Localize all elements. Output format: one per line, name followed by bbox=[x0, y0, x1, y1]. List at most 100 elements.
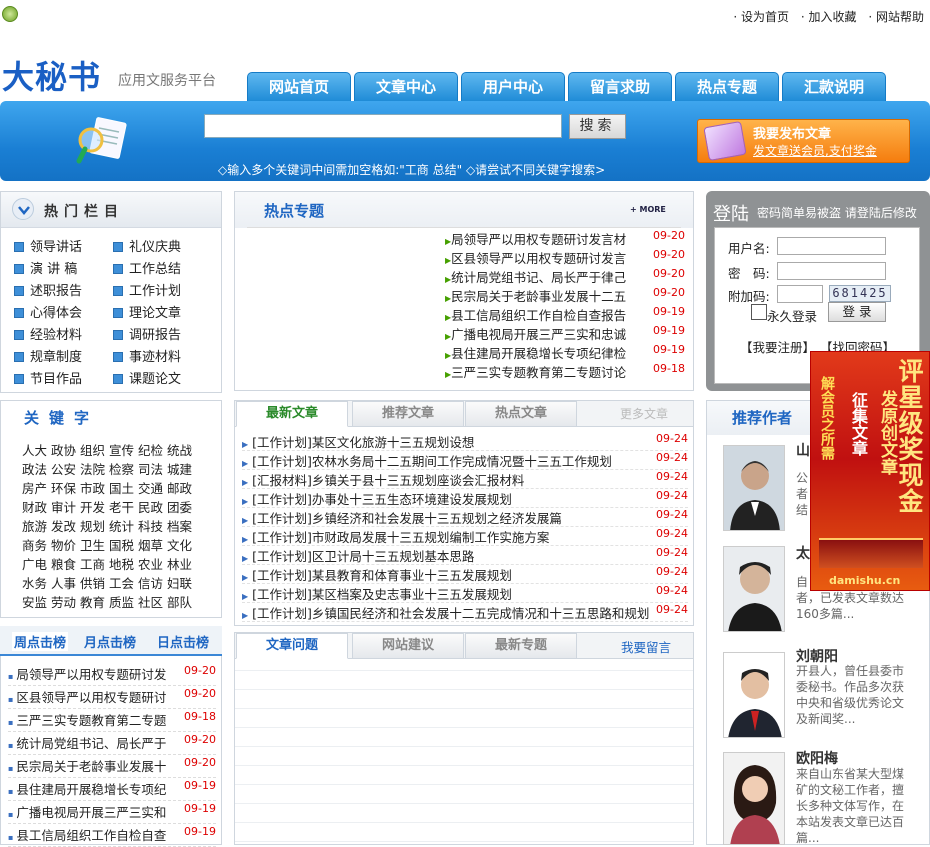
keyword-link[interactable]: 工会 bbox=[109, 573, 134, 592]
keyword-link[interactable]: 科技 bbox=[138, 516, 163, 535]
keyword-link[interactable]: 教育 bbox=[80, 592, 105, 611]
hot-column-item[interactable]: 经验材料 bbox=[14, 324, 82, 343]
keyword-link[interactable]: 粮食 bbox=[51, 554, 76, 573]
article-row[interactable]: ▶ [汇报材料]乡镇关于县十三五规划座谈会汇报材料 09-24 bbox=[242, 470, 688, 489]
hot-topic-row[interactable]: ▶局领导严以用权专题研讨发言材 09-20 bbox=[445, 229, 685, 248]
hot-column-item[interactable]: 节目作品 bbox=[14, 368, 82, 387]
author-name[interactable]: 欧阳梅 bbox=[796, 748, 838, 768]
login-button[interactable]: 登 录 bbox=[828, 302, 886, 322]
hot-column-item[interactable]: 述职报告 bbox=[14, 280, 82, 299]
hot-column-item[interactable]: 演 讲 稿 bbox=[14, 258, 77, 277]
tab-site-suggestions[interactable]: 网站建议 bbox=[352, 633, 464, 659]
article-row[interactable]: ▶ [工作计划]乡镇国民经济和社会发展十二五完成情况和十三五思路和规划 09-24 bbox=[242, 603, 688, 622]
keyword-link[interactable]: 统战 bbox=[167, 440, 192, 459]
recruit-ad-banner[interactable]: 评星级奖现金 发原创文章 征集文章 解会员之所需 damishu.cn bbox=[810, 351, 930, 591]
keyword-link[interactable]: 邮政 bbox=[167, 478, 192, 497]
author-name[interactable]: 山 bbox=[796, 440, 810, 460]
nav-tab-hot-topics[interactable]: 热点专题 bbox=[675, 72, 779, 102]
keyword-link[interactable]: 部队 bbox=[167, 592, 192, 611]
keyword-link[interactable]: 纪检 bbox=[138, 440, 163, 459]
password-input[interactable] bbox=[777, 262, 886, 280]
rank-row[interactable]: ▪ 县住建局开展稳增长专项纪 09-19 bbox=[8, 779, 216, 801]
keyword-link[interactable]: 工商 bbox=[80, 554, 105, 573]
author-avatar[interactable] bbox=[723, 752, 785, 845]
keyword-link[interactable]: 财政 bbox=[22, 497, 47, 516]
hot-topic-row[interactable]: ▶民宗局关于老龄事业发展十二五 09-20 bbox=[445, 286, 685, 305]
keyword-link[interactable]: 物价 bbox=[51, 535, 76, 554]
keyword-link[interactable]: 旅游 bbox=[22, 516, 47, 535]
keyword-link[interactable]: 商务 bbox=[22, 535, 47, 554]
captcha-input[interactable] bbox=[777, 285, 823, 303]
rank-row[interactable]: ▪ 民宗局关于老龄事业发展十 09-20 bbox=[8, 756, 216, 778]
keyword-link[interactable]: 烟草 bbox=[138, 535, 163, 554]
article-row[interactable]: ▶ [工作计划]乡镇经济和社会发展十三五规划之经济发展篇 09-24 bbox=[242, 508, 688, 527]
more-articles-link[interactable]: 更多文章 bbox=[620, 405, 668, 422]
remember-checkbox[interactable] bbox=[751, 304, 767, 320]
keyword-link[interactable]: 统计 bbox=[109, 516, 134, 535]
keyword-link[interactable]: 国税 bbox=[109, 535, 134, 554]
hot-column-item[interactable]: 规章制度 bbox=[14, 346, 82, 365]
hot-column-item[interactable]: 领导讲话 bbox=[14, 236, 82, 255]
keyword-link[interactable]: 人事 bbox=[51, 573, 76, 592]
author-avatar[interactable] bbox=[723, 546, 785, 632]
article-row[interactable]: ▶ [工作计划]某区档案及史志事业十三五发展规划 09-24 bbox=[242, 584, 688, 603]
register-link[interactable]: 【我要注册】 bbox=[740, 337, 815, 356]
publish-subtitle[interactable]: 发文章送会员,支付奖金 bbox=[753, 142, 877, 159]
hot-topic-row[interactable]: ▶统计局党组书记、局长严于律己 09-20 bbox=[445, 267, 685, 286]
keyword-link[interactable]: 宣传 bbox=[109, 440, 134, 459]
hot-topic-row[interactable]: ▶区县领导严以用权专题研讨发言 09-20 bbox=[445, 248, 685, 267]
keyword-link[interactable]: 质监 bbox=[109, 592, 134, 611]
rank-tab-monthly[interactable]: 月点击榜 bbox=[84, 632, 136, 651]
site-help-link[interactable]: · 网站帮助 bbox=[868, 10, 924, 24]
keyword-link[interactable]: 检察 bbox=[109, 459, 134, 478]
keyword-link[interactable]: 劳动 bbox=[51, 592, 76, 611]
hot-column-item[interactable]: 调研报告 bbox=[113, 324, 181, 343]
keyword-link[interactable]: 农业 bbox=[138, 554, 163, 573]
keyword-link[interactable]: 档案 bbox=[167, 516, 192, 535]
set-homepage-link[interactable]: · 设为首页 bbox=[733, 10, 789, 24]
author-avatar[interactable] bbox=[723, 652, 785, 738]
keyword-link[interactable]: 城建 bbox=[167, 459, 192, 478]
tab-latest-topics[interactable]: 最新专题 bbox=[465, 633, 577, 659]
article-row[interactable]: ▶ [工作计划]办事处十三五生态环境建设发展规划 09-24 bbox=[242, 489, 688, 508]
keyword-link[interactable]: 开发 bbox=[80, 497, 105, 516]
keyword-link[interactable]: 地税 bbox=[109, 554, 134, 573]
keyword-link[interactable]: 社区 bbox=[138, 592, 163, 611]
tab-recommended-articles[interactable]: 推荐文章 bbox=[352, 401, 464, 427]
article-row[interactable]: ▶ [工作计划]区卫计局十三五规划基本思路 09-24 bbox=[242, 546, 688, 565]
rank-row[interactable]: ▪ 三严三实专题教育第二专题 09-18 bbox=[8, 710, 216, 732]
search-button[interactable]: 搜索 bbox=[569, 114, 626, 139]
keyword-link[interactable]: 司法 bbox=[138, 459, 163, 478]
leave-message-link[interactable]: 我要留言 bbox=[621, 637, 671, 656]
add-favorite-link[interactable]: · 加入收藏 bbox=[801, 10, 857, 24]
hot-topic-row[interactable]: ▶县住建局开展稳增长专项纪律检 09-19 bbox=[445, 343, 685, 362]
keyword-link[interactable]: 政协 bbox=[51, 440, 76, 459]
keyword-link[interactable]: 民政 bbox=[138, 497, 163, 516]
rank-row[interactable]: ▪ 区县领导严以用权专题研讨 09-20 bbox=[8, 687, 216, 709]
keyword-link[interactable]: 市政 bbox=[80, 478, 105, 497]
article-row[interactable]: ▶ [工作计划]市财政局发展十三五规划编制工作实施方案 09-24 bbox=[242, 527, 688, 546]
hot-column-item[interactable]: 课题论文 bbox=[113, 368, 181, 387]
keyword-link[interactable]: 安监 bbox=[22, 592, 47, 611]
author-avatar[interactable] bbox=[723, 445, 785, 531]
rank-row[interactable]: ▪ 局领导严以用权专题研讨发 09-20 bbox=[8, 664, 216, 686]
keyword-link[interactable]: 妇联 bbox=[167, 573, 192, 592]
article-row[interactable]: ▶ [工作计划]某县教育和体育事业十三五发展规划 09-24 bbox=[242, 565, 688, 584]
keyword-link[interactable]: 林业 bbox=[167, 554, 192, 573]
keyword-link[interactable]: 广电 bbox=[22, 554, 47, 573]
keyword-link[interactable]: 水务 bbox=[22, 573, 47, 592]
keyword-link[interactable]: 法院 bbox=[80, 459, 105, 478]
tab-hot-articles[interactable]: 热点文章 bbox=[465, 401, 577, 427]
hot-column-item[interactable]: 工作计划 bbox=[113, 280, 181, 299]
keyword-link[interactable]: 环保 bbox=[51, 478, 76, 497]
hot-column-item[interactable]: 心得体会 bbox=[14, 302, 82, 321]
nav-tab-articles[interactable]: 文章中心 bbox=[354, 72, 458, 102]
hot-topic-row[interactable]: ▶三严三实专题教育第二专题讨论 09-18 bbox=[445, 362, 685, 381]
keyword-link[interactable]: 公安 bbox=[51, 459, 76, 478]
keyword-link[interactable]: 供销 bbox=[80, 573, 105, 592]
keyword-link[interactable]: 发改 bbox=[51, 516, 76, 535]
hot-column-item[interactable]: 工作总结 bbox=[113, 258, 181, 277]
nav-tab-user-center[interactable]: 用户中心 bbox=[461, 72, 565, 102]
site-logo[interactable]: 大秘书 bbox=[2, 52, 101, 98]
hot-topic-row[interactable]: ▶县工信局组织工作自检自查报告 09-19 bbox=[445, 305, 685, 324]
